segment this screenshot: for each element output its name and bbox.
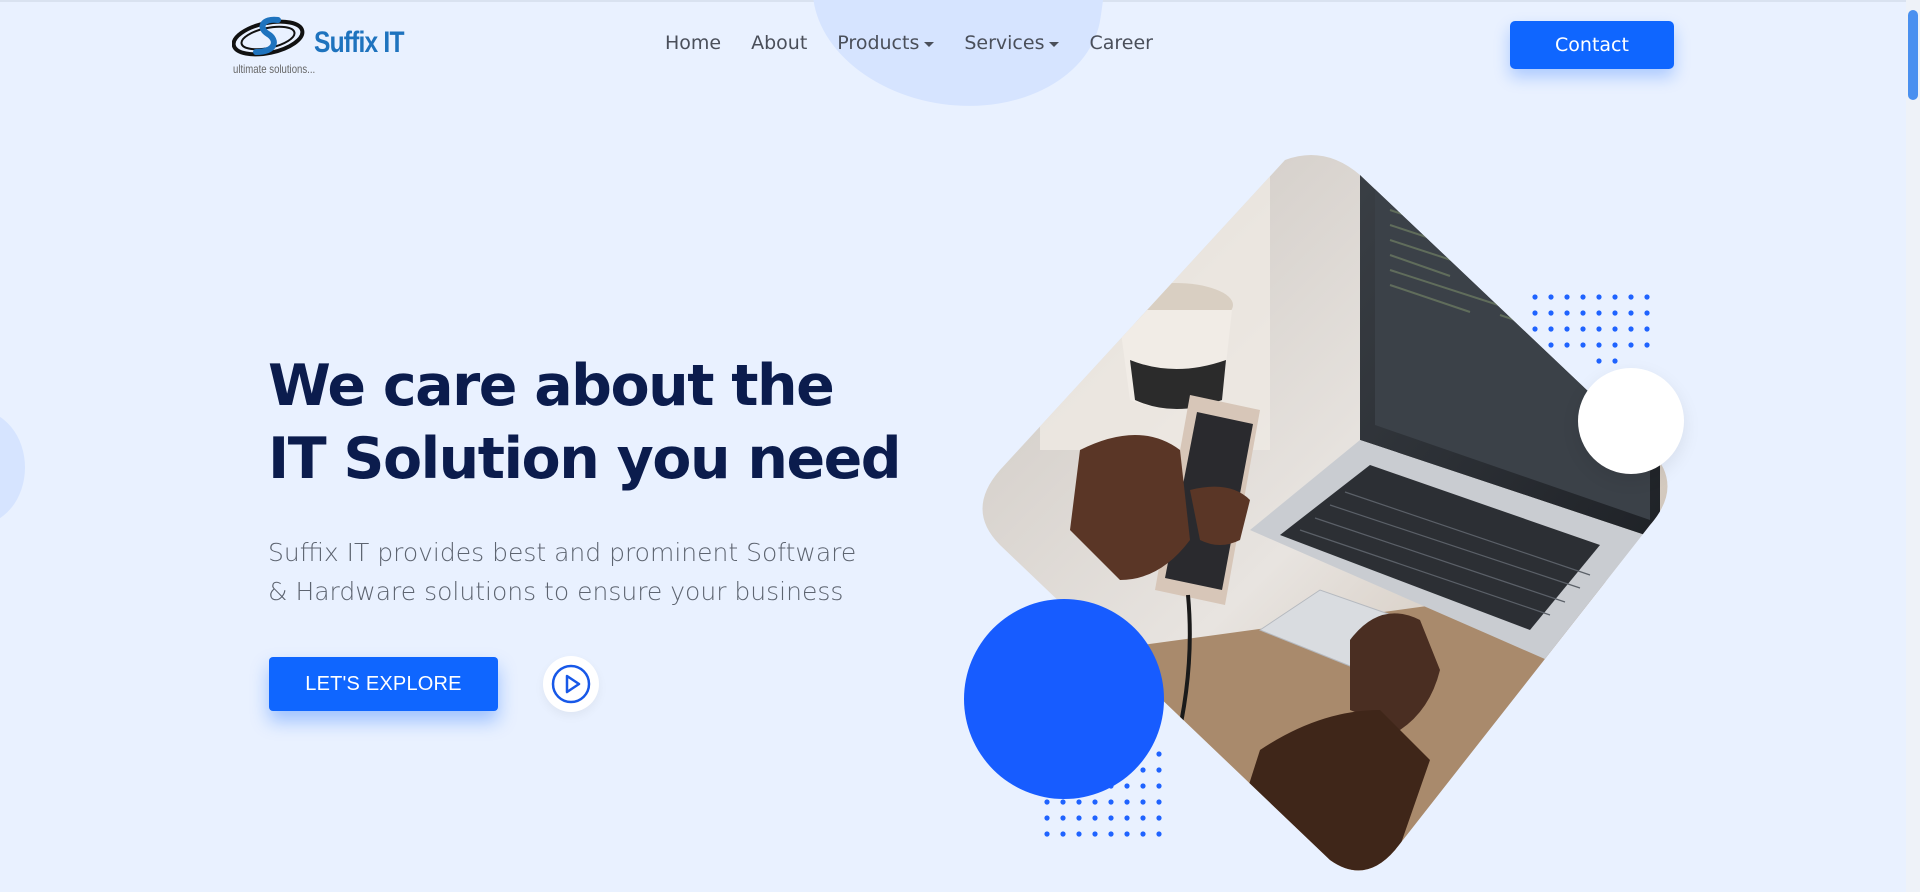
main-navigation: Home About Products Services Career: [665, 28, 1153, 58]
nav-item-career[interactable]: Career: [1089, 32, 1153, 54]
decorative-blob-top: [798, 0, 1116, 125]
scrollbar-thumb[interactable]: [1908, 10, 1918, 100]
decorative-blue-circle: [964, 599, 1164, 799]
hero-title-line-2: IT Solution you need: [268, 426, 902, 492]
nav-item-label: Home: [665, 32, 722, 54]
brand-tagline: ultimate solutions...: [233, 62, 316, 76]
nav-item-products[interactable]: Products: [837, 32, 935, 54]
nav-item-about[interactable]: About: [751, 32, 807, 54]
page-scrollbar[interactable]: [1906, 0, 1920, 892]
decorative-blob-left: [0, 410, 25, 525]
caret-down-icon: [924, 41, 935, 47]
nav-item-label: Services: [964, 32, 1045, 54]
caret-down-icon: [1049, 41, 1060, 47]
play-video-button[interactable]: [543, 656, 599, 712]
brand-logo[interactable]: Suffix IT ultimate solutions...: [232, 12, 404, 78]
nav-item-services[interactable]: Services: [964, 32, 1060, 54]
play-circle-icon: [551, 664, 591, 704]
nav-item-label: About: [751, 32, 808, 54]
decorative-white-circle: [1578, 368, 1684, 474]
hero-title-line-1: We care about the: [268, 353, 835, 419]
nav-item-label: Products: [837, 32, 920, 54]
contact-button[interactable]: Contact: [1510, 21, 1674, 69]
nav-item-home[interactable]: Home: [665, 32, 721, 54]
lets-explore-button[interactable]: LET'S EXPLORE: [269, 657, 498, 711]
brand-name: Suffix IT: [314, 26, 404, 59]
logo-mark-icon: [232, 16, 305, 57]
landing-page: Suffix IT ultimate solutions... Home Abo…: [0, 0, 1920, 892]
hero-title: We care about the IT Solution you need: [268, 350, 948, 496]
hero-description: Suffix IT provides best and prominent So…: [268, 538, 857, 606]
nav-item-label: Career: [1089, 32, 1153, 54]
